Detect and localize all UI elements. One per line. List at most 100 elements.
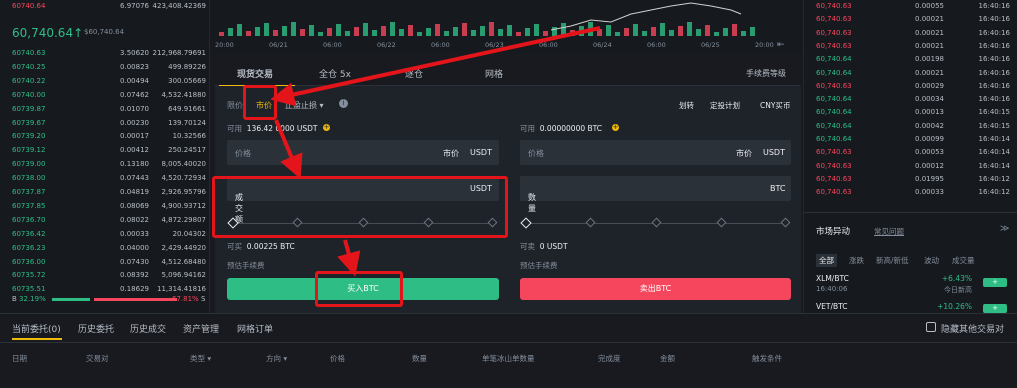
trade-row: 60,740.63 0.00029 16:40:16 <box>816 80 1010 93</box>
trade-amount: 0.00029 <box>915 81 944 90</box>
trade-price: 60,740.64 <box>816 68 852 77</box>
trade-row: 60,740.63 0.00055 16:40:16 <box>816 0 1010 13</box>
market-mover-item[interactable]: XLM/BTC 16:40:06 +6.43% 今日新高 + <box>816 274 1016 296</box>
trade-time: 16:40:14 <box>978 161 1010 170</box>
trade-amount: 0.00021 <box>915 68 944 77</box>
trade-amount: 0.00021 <box>915 41 944 50</box>
trade-amount: 0.00055 <box>915 2 944 10</box>
trade-row: 60,740.64 0.00013 16:40:15 <box>816 106 1010 119</box>
trade-price: 60,740.63 <box>816 81 852 90</box>
trade-price: 60,740.63 <box>816 2 852 10</box>
trade-amount: 0.00198 <box>915 55 944 64</box>
trade-amount: 0.00034 <box>915 95 944 104</box>
trade-row: 60,740.64 0.00042 16:40:15 <box>816 120 1010 133</box>
hide-others-label[interactable]: 隐藏其他交易对 <box>941 322 1004 335</box>
col-pair: 交易对 <box>86 354 109 363</box>
mover-pair: VET/BTC <box>816 302 848 311</box>
trade-row: 60,740.63 0.00021 16:40:16 <box>816 40 1010 53</box>
col-date: 日期 <box>12 354 27 363</box>
trade-price: 60,740.63 <box>816 148 852 157</box>
market-tab-all[interactable]: 全部 <box>816 254 837 267</box>
trade-amount: 0.00013 <box>915 108 944 117</box>
col-completion: 完成度 <box>598 354 621 363</box>
trade-time: 16:40:16 <box>978 15 1010 24</box>
trade-time: 16:40:16 <box>978 68 1010 77</box>
trade-time: 16:40:16 <box>978 55 1010 64</box>
trade-amount: 0.00012 <box>915 161 944 170</box>
trade-time: 16:40:14 <box>978 148 1010 157</box>
col-direction[interactable]: 方向 ▾ <box>266 353 287 364</box>
market-tab-highs-lows[interactable]: 新高/新低 <box>876 255 909 266</box>
trade-amount: 0.00021 <box>915 28 944 37</box>
tab-grid-orders[interactable]: 网格订单 <box>237 322 273 335</box>
mover-badge: + <box>983 304 1007 313</box>
trade-price: 60,740.64 <box>816 55 852 64</box>
trade-price: 60,740.63 <box>816 188 852 197</box>
trade-price: 60,740.63 <box>816 174 852 183</box>
trade-row: 60,740.63 0.00033 16:40:12 <box>816 186 1010 199</box>
trade-time: 16:40:16 <box>978 81 1010 90</box>
trade-amount: 0.00042 <box>915 121 944 130</box>
market-tab-change[interactable]: 涨跌 <box>849 255 864 266</box>
trade-amount: 0.00099 <box>915 135 944 143</box>
hide-others-checkbox[interactable] <box>926 322 936 332</box>
recent-trades-panel: 60,740.63 0.00055 16:40:16 60,740.63 0.00021… <box>803 0 1017 313</box>
trade-price: 60,740.64 <box>816 95 852 104</box>
tab-order-history[interactable]: 历史委托 <box>78 322 114 335</box>
trade-time: 16:40:14 <box>978 135 1010 143</box>
col-trigger: 触发条件 <box>752 354 782 363</box>
market-movers-title: 市场异动 <box>816 227 851 237</box>
tab-asset-management[interactable]: 资产管理 <box>183 322 219 335</box>
trade-price: 60,740.63 <box>816 28 852 37</box>
col-price: 价格 <box>330 354 345 363</box>
tab-open-orders[interactable]: 当前委托(0) <box>12 322 61 335</box>
trade-row: 60,740.63 0.00012 16:40:14 <box>816 160 1010 173</box>
active-tab-indicator <box>12 338 62 340</box>
trade-amount: 0.01995 <box>915 174 944 183</box>
trade-time: 16:40:15 <box>978 108 1010 117</box>
col-type[interactable]: 类型 ▾ <box>190 353 211 364</box>
trade-row: 60,740.64 0.00034 16:40:16 <box>816 93 1010 106</box>
orders-panel: 当前委托(0) 历史委托 历史成交 资产管理 网格订单 隐藏其他交易对 日期 交… <box>0 313 1017 388</box>
trade-row: 60,740.63 0.00021 16:40:16 <box>816 27 1010 40</box>
trade-row: 60,740.64 0.00021 16:40:16 <box>816 67 1010 80</box>
chevron-down-icon: ▾ <box>207 354 212 363</box>
trade-price: 60,740.63 <box>816 161 852 170</box>
trade-time: 16:40:12 <box>978 174 1010 183</box>
mover-time: 16:40:06 <box>816 285 848 293</box>
mover-pair: XLM/BTC <box>816 274 849 283</box>
chevron-down-icon: ▾ <box>283 354 288 363</box>
trade-row: 60,740.63 0.01995 16:40:12 <box>816 173 1010 186</box>
collapse-icon[interactable]: ≫ <box>1000 224 1009 234</box>
mover-change: +6.43% <box>941 274 972 283</box>
trade-price: 60,740.63 <box>816 41 852 50</box>
trade-price: 60,740.64 <box>816 135 852 143</box>
trade-row: 60,740.63 0.00021 16:40:16 <box>816 13 1010 26</box>
trade-time: 16:40:16 <box>978 95 1010 104</box>
trade-amount: 0.00053 <box>915 148 944 157</box>
mover-desc: 今日新高 <box>944 286 972 294</box>
col-iceberg-qty: 单笔冰山单数量 <box>482 354 535 363</box>
trade-time: 16:40:16 <box>978 41 1010 50</box>
trade-price: 60,740.63 <box>816 15 852 24</box>
trade-time: 16:40:15 <box>978 121 1010 130</box>
market-mover-item[interactable]: VET/BTC +10.26% + <box>816 302 1016 313</box>
trade-row: 60,740.63 0.00053 16:40:14 <box>816 146 1010 159</box>
trade-amount: 0.00021 <box>915 15 944 24</box>
tab-trade-history[interactable]: 历史成交 <box>130 322 166 335</box>
trade-time: 16:40:16 <box>978 28 1010 37</box>
col-quantity: 数量 <box>412 354 427 363</box>
mover-change: +10.26% <box>937 302 972 311</box>
trade-time: 16:40:16 <box>978 2 1010 10</box>
trade-time: 16:40:12 <box>978 188 1010 197</box>
trade-price: 60,740.64 <box>816 108 852 117</box>
market-tab-volatility[interactable]: 波动 <box>924 255 939 266</box>
faq-link[interactable]: 常见问题 <box>874 226 904 237</box>
trade-row: 60,740.64 0.00198 16:40:16 <box>816 53 1010 66</box>
trade-price: 60,740.64 <box>816 121 852 130</box>
trade-row: 60,740.64 0.00099 16:40:14 <box>816 133 1010 146</box>
mover-badge: + <box>983 278 1007 287</box>
market-tab-volume[interactable]: 成交量 <box>952 255 975 266</box>
col-amount: 金额 <box>660 354 675 363</box>
trade-amount: 0.00033 <box>915 188 944 197</box>
